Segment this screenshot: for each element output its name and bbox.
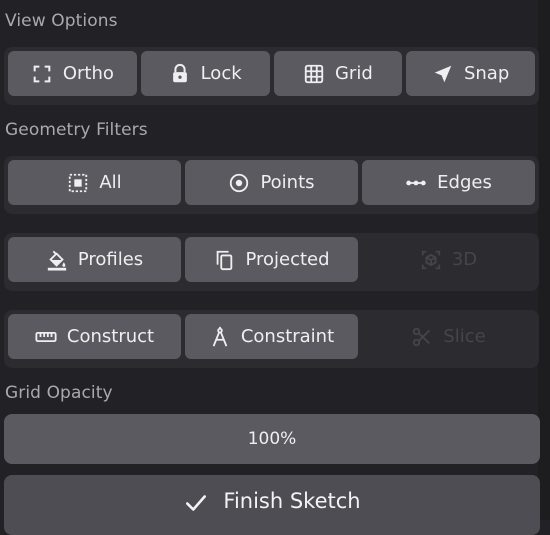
grid-icon <box>303 63 325 85</box>
cube-3d-icon <box>420 249 442 271</box>
grid-opacity-label: Grid Opacity <box>5 383 113 403</box>
grid-button[interactable]: Grid <box>273 51 403 96</box>
grid-opacity-slider[interactable]: 100% <box>4 414 540 464</box>
compass-icon <box>209 326 231 348</box>
filter-edges-button[interactable]: Edges <box>362 160 535 205</box>
grid-label: Grid <box>334 63 373 84</box>
filter-3d-label: 3D <box>451 249 478 270</box>
finish-sketch-button[interactable]: Finish Sketch <box>4 475 540 535</box>
filter-slice-label: Slice <box>443 326 486 347</box>
geometry-filters-row-2: Profiles Projected 3D <box>4 233 539 291</box>
ortho-frame-icon <box>31 63 53 85</box>
snap-button[interactable]: Snap <box>406 51 535 96</box>
paint-bucket-icon <box>46 249 68 271</box>
select-all-icon <box>67 172 89 194</box>
ruler-icon <box>35 326 57 348</box>
filter-points-button[interactable]: Points <box>185 160 358 205</box>
scissors-icon <box>411 326 433 348</box>
lock-button[interactable]: Lock <box>140 51 270 96</box>
navigation-arrow-icon <box>432 63 454 85</box>
geometry-filters-label: Geometry Filters <box>5 120 148 140</box>
geometry-filters-row-1: All Points Edges <box>4 156 539 214</box>
filter-edges-label: Edges <box>437 172 492 193</box>
filter-points-label: Points <box>260 172 315 193</box>
filter-construct-label: Construct <box>66 326 155 347</box>
ortho-button[interactable]: Ortho <box>8 51 137 96</box>
filter-3d-button[interactable]: 3D <box>362 237 535 282</box>
filter-projected-label: Projected <box>245 249 330 270</box>
filter-profiles-button[interactable]: Profiles <box>8 237 181 282</box>
filter-constraint-label: Constraint <box>240 326 335 347</box>
filter-all-button[interactable]: All <box>8 160 181 205</box>
copy-layers-icon <box>213 249 235 271</box>
filter-slice-button[interactable]: Slice <box>362 314 535 359</box>
point-target-icon <box>228 172 250 194</box>
grid-opacity-value: 100% <box>247 429 297 449</box>
filter-construct-button[interactable]: Construct <box>8 314 181 359</box>
filter-all-label: All <box>99 172 122 193</box>
lock-icon <box>169 63 191 85</box>
filter-constraint-button[interactable]: Constraint <box>185 314 358 359</box>
checkmark-icon <box>183 489 209 535</box>
view-options-label: View Options <box>5 11 118 31</box>
finish-sketch-label: Finish Sketch <box>223 489 361 513</box>
view-options-panel: Ortho Lock Grid Snap <box>4 47 539 105</box>
edge-dots-icon <box>405 172 427 194</box>
geometry-filters-row-3: Construct Constraint Slice <box>4 310 539 368</box>
filter-projected-button[interactable]: Projected <box>185 237 358 282</box>
snap-label: Snap <box>463 63 510 84</box>
filter-profiles-label: Profiles <box>77 249 144 270</box>
ortho-label: Ortho <box>62 63 114 84</box>
lock-label: Lock <box>200 63 242 84</box>
